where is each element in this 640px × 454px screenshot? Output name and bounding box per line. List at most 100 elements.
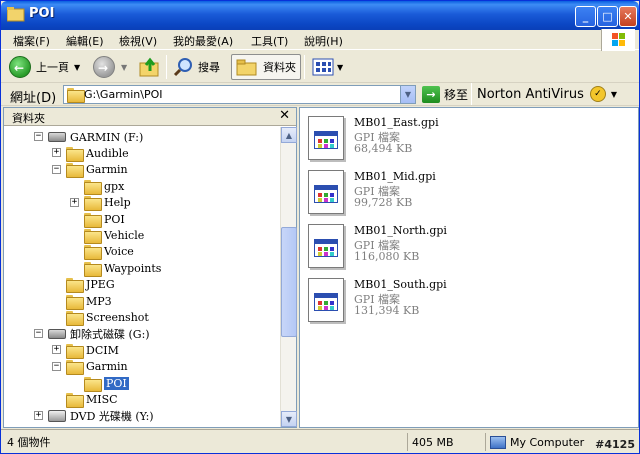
tree-item[interactable]: Voice — [84, 244, 134, 261]
tree-item[interactable]: + Audible — [52, 145, 129, 162]
tree-item-label: JPEG — [86, 278, 115, 292]
forward-button[interactable]: → ▼ — [93, 54, 127, 80]
menu-file[interactable]: 檔案(F) — [13, 33, 50, 49]
scrollbar-thumb[interactable] — [281, 227, 297, 337]
folder-icon — [66, 343, 84, 359]
go-button[interactable]: → 移至 — [422, 86, 468, 103]
address-input[interactable]: G:\Garmin\POI ▼ — [63, 85, 416, 104]
close-button[interactable]: ✕ — [619, 6, 637, 27]
tree-item[interactable]: gpx — [84, 178, 125, 195]
tree-item[interactable]: POI — [84, 375, 129, 392]
back-label: 上一頁 — [36, 61, 69, 74]
expand-icon[interactable]: + — [52, 345, 61, 355]
drive-icon — [48, 132, 66, 142]
tree-item-label: gpx — [104, 179, 125, 193]
tree-item[interactable]: + DCIM — [52, 342, 119, 359]
address-dropdown-button[interactable]: ▼ — [400, 86, 415, 103]
menu-favorites[interactable]: 我的最愛(A) — [173, 33, 233, 49]
folder-pane-header: 資料夾 ✕ — [4, 108, 296, 126]
file-name: MB01_Mid.gpi — [354, 170, 436, 183]
tree-item[interactable]: JPEG — [66, 277, 115, 294]
views-icon — [312, 58, 334, 76]
address-bar: 網址(D) G:\Garmin\POI ▼ → 移至 Norton AntiVi… — [1, 83, 639, 106]
tree-item-label: 卸除式磁碟 (G:) — [70, 327, 150, 341]
folder-icon — [84, 245, 102, 261]
status-bar: 4 個物件 405 MB My Computer #4125 — [1, 429, 639, 453]
up-folder-button[interactable] — [139, 54, 161, 80]
maximize-button[interactable]: □ — [597, 6, 618, 27]
file-item[interactable]: MB01_South.gpi GPI 檔案 131,394 KB — [308, 276, 508, 326]
window-title: POI — [29, 6, 55, 21]
file-list-pane: MB01_East.gpi GPI 檔案 68,494 KB MB01_Mid.gpi… — [299, 107, 639, 428]
file-name: MB01_North.gpi — [354, 224, 447, 237]
menu-help[interactable]: 說明(H) — [304, 33, 343, 49]
file-item[interactable]: MB01_East.gpi GPI 檔案 68,494 KB — [308, 114, 508, 164]
toolbar-separator — [166, 55, 167, 79]
object-count: 4 個物件 — [7, 436, 51, 449]
tree-item-label: Audible — [86, 146, 129, 160]
tree-item[interactable]: POI — [84, 211, 125, 228]
maximize-icon: □ — [602, 10, 613, 23]
collapse-icon[interactable]: − — [34, 328, 43, 338]
search-button[interactable]: 搜尋 — [173, 54, 220, 80]
expand-icon[interactable]: + — [52, 148, 61, 158]
computer-icon — [490, 435, 506, 449]
tree-item[interactable]: Waypoints — [84, 260, 161, 277]
tree-item-label: Help — [104, 196, 131, 210]
collapse-icon[interactable]: − — [34, 132, 43, 141]
tree-item[interactable]: MISC — [66, 391, 118, 408]
scroll-down-button[interactable]: ▼ — [281, 411, 297, 427]
tree-item-label: DCIM — [86, 343, 119, 357]
tree-item-label: MISC — [86, 392, 118, 406]
tree-item-label: Voice — [104, 245, 134, 259]
folders-button[interactable]: 資料夾 — [231, 54, 301, 80]
gpi-file-icon — [308, 224, 344, 268]
folder-icon — [66, 294, 84, 310]
collapse-icon[interactable]: − — [52, 361, 61, 371]
title-bar[interactable]: POI _ □ ✕ — [1, 1, 639, 30]
vertical-scrollbar[interactable]: ▲ ▼ — [280, 127, 297, 427]
file-size: 131,394 KB — [354, 304, 420, 317]
folder-pane-title: 資料夾 — [12, 112, 45, 125]
minimize-button[interactable]: _ — [575, 6, 596, 27]
file-size: 116,080 KB — [354, 250, 420, 263]
tree-item[interactable]: + DVD 光碟機 (Y:) — [34, 408, 154, 424]
expand-icon[interactable]: + — [70, 197, 79, 207]
tree-item[interactable]: Screenshot — [66, 309, 149, 326]
expand-icon[interactable]: + — [34, 410, 43, 420]
back-button[interactable]: ← 上一頁 ▼ — [9, 54, 80, 80]
scroll-up-button[interactable]: ▲ — [281, 127, 297, 143]
folder-icon — [67, 88, 85, 103]
chevron-down-icon: ▼ — [74, 62, 81, 72]
tree-item[interactable]: + Help — [70, 195, 131, 212]
folder-icon — [84, 228, 102, 244]
menu-view[interactable]: 檢視(V) — [119, 33, 157, 49]
toolbar-separator — [304, 55, 305, 79]
file-item[interactable]: MB01_Mid.gpi GPI 檔案 99,728 KB — [308, 168, 508, 218]
norton-antivirus-button[interactable]: Norton AntiVirus ✓ ▼ — [477, 86, 617, 102]
folder-icon — [84, 212, 102, 228]
tree-item[interactable]: Vehicle — [84, 227, 144, 244]
folder-tree-pane: 資料夾 ✕ − GARMIN (F:) + Audible − Garmin gpx + Hel… — [3, 107, 297, 428]
tree-item-label: Screenshot — [86, 310, 149, 324]
menu-edit[interactable]: 編輯(E) — [66, 33, 104, 49]
menu-tools[interactable]: 工具(T) — [251, 33, 288, 49]
folder-icon — [66, 360, 84, 376]
views-button[interactable]: ▼ — [312, 54, 343, 80]
tree-item-label: MP3 — [86, 294, 112, 308]
folder-icon — [66, 392, 84, 408]
tree-item[interactable]: MP3 — [66, 293, 112, 310]
tree-item[interactable]: − 卸除式磁碟 (G:) — [34, 326, 150, 342]
collapse-icon[interactable]: − — [52, 164, 61, 174]
tree-item-label: POI — [104, 376, 129, 390]
folder-icon — [84, 376, 102, 392]
close-icon[interactable]: ✕ — [279, 108, 290, 123]
tree-item-label: Garmin — [86, 163, 128, 177]
tree-item[interactable]: − GARMIN (F:) — [34, 129, 143, 145]
file-item[interactable]: MB01_North.gpi GPI 檔案 116,080 KB — [308, 222, 508, 272]
chevron-down-icon: ▼ — [610, 89, 618, 99]
tree-item[interactable]: − Garmin — [52, 162, 128, 179]
drive-icon — [48, 328, 66, 339]
tree-item[interactable]: − Garmin — [52, 359, 128, 376]
file-name: MB01_East.gpi — [354, 116, 439, 129]
